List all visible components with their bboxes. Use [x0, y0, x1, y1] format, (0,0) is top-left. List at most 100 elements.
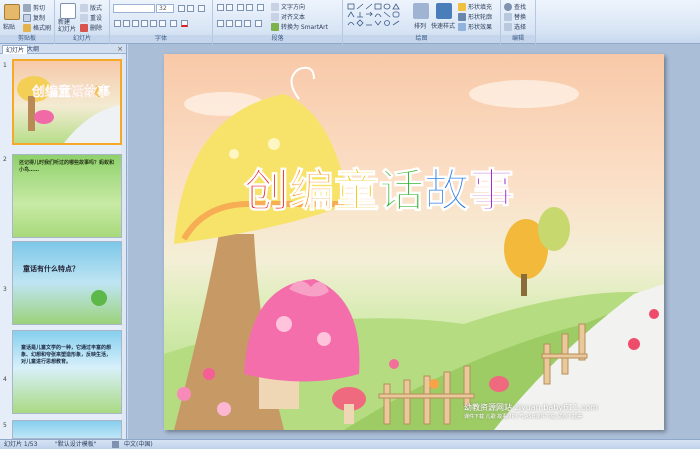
- layout-icon: [80, 3, 88, 12]
- find-button[interactable]: 查找: [504, 2, 526, 11]
- slide-editor: 创编童话故事 幼教资源网站 ziyuan.baby611.com 课件下载 儿歌…: [128, 44, 700, 439]
- shapes-gallery[interactable]: [347, 3, 407, 29]
- title-char: 话: [379, 164, 425, 218]
- slide-canvas[interactable]: 创编童话故事 幼教资源网站 ziyuan.baby611.com 课件下载 儿歌…: [164, 54, 664, 430]
- drawing-group-label: 绘图: [343, 35, 500, 43]
- slide-position: 幻灯片 1/53: [4, 441, 38, 448]
- thumb-number: 1: [3, 62, 7, 69]
- decrease-indent-icon[interactable]: [237, 4, 244, 11]
- slide-watermark: 幼教资源网站 ziyuan.baby611.com 课件下载 儿歌 故事MP3 …: [464, 402, 598, 420]
- thumb1-title: 创编童话故事: [32, 85, 111, 100]
- align-text-label: 对齐文本: [281, 14, 306, 21]
- slide-thumbnail-2[interactable]: 还记得儿时我们听过的哪些故事吗？蚂蚁和小鸟……: [12, 154, 122, 238]
- shadow-icon[interactable]: [150, 20, 157, 27]
- font-name-select[interactable]: [113, 4, 155, 13]
- cut-button[interactable]: 剪切: [23, 3, 45, 12]
- clipboard-group-label: 剪贴板: [0, 35, 54, 43]
- new-slide-icon[interactable]: [60, 3, 76, 19]
- drawing-group: 排列 快速样式 形状填充 形状轮廓 形状效果 绘图: [343, 0, 501, 44]
- quick-styles-label: 快速样式: [431, 23, 456, 30]
- slide-thumbnail-5[interactable]: [12, 420, 122, 439]
- shape-effects-button[interactable]: 形状效果: [458, 22, 492, 31]
- shape-outline-button[interactable]: 形状轮廓: [458, 12, 492, 21]
- columns-icon[interactable]: [255, 20, 262, 27]
- thumb3-text: 童话有什么特点？: [23, 265, 79, 273]
- reset-button[interactable]: 重设: [80, 13, 102, 22]
- layout-label: 版式: [90, 5, 103, 12]
- brush-icon: [23, 23, 31, 32]
- italic-icon[interactable]: [123, 20, 130, 27]
- select-button[interactable]: 选择: [504, 22, 526, 31]
- spell-check-icon[interactable]: [112, 441, 119, 448]
- align-left-icon[interactable]: [217, 20, 224, 27]
- cut-label: 剪切: [33, 5, 46, 12]
- new-slide-button[interactable]: 新建 幻灯片: [58, 19, 76, 33]
- slides-group: 新建 幻灯片 版式 重设 删除 幻灯片: [55, 0, 110, 44]
- find-icon: [504, 2, 512, 11]
- numbering-icon[interactable]: [226, 4, 233, 11]
- theme-name: "默认设计模板": [55, 441, 97, 448]
- paragraph-group-label: 段落: [213, 35, 342, 43]
- quick-styles-button[interactable]: 快速样式: [431, 21, 455, 30]
- strikethrough-icon[interactable]: [141, 20, 148, 27]
- title-char: 创: [243, 164, 290, 218]
- delete-slide-button[interactable]: 删除: [80, 23, 102, 32]
- clear-format-icon[interactable]: [198, 5, 205, 12]
- font-color-icon[interactable]: [181, 20, 188, 27]
- format-painter-label: 格式刷: [33, 25, 52, 32]
- watermark-line-1: 幼教资源网站 ziyuan.baby611.com: [464, 403, 598, 412]
- align-center-icon[interactable]: [226, 20, 233, 27]
- bullets-icon[interactable]: [217, 4, 224, 11]
- align-text-button[interactable]: 对齐文本: [271, 12, 305, 21]
- arrange-icon[interactable]: [413, 3, 429, 19]
- editing-group-label: 编辑: [501, 35, 535, 43]
- layout-button[interactable]: 版式: [80, 3, 102, 12]
- scissors-icon: [23, 3, 31, 12]
- justify-icon[interactable]: [244, 20, 251, 27]
- paste-icon[interactable]: [4, 4, 20, 20]
- align-right-icon[interactable]: [235, 20, 242, 27]
- copy-label: 复制: [33, 15, 46, 22]
- select-icon: [504, 22, 512, 31]
- grow-font-icon[interactable]: [178, 5, 185, 12]
- slide-thumbnail-3[interactable]: 童话有什么特点？: [12, 241, 122, 325]
- shrink-font-icon[interactable]: [187, 5, 194, 12]
- smartart-label: 转换为 SmartArt: [281, 24, 328, 31]
- find-label: 查找: [514, 4, 527, 11]
- tab-outline[interactable]: 大纲: [24, 45, 42, 54]
- paste-button[interactable]: 粘贴: [3, 22, 15, 31]
- slide-thumbnail-1[interactable]: 创编童话故事: [12, 59, 122, 145]
- text-direction-label: 文字方向: [281, 4, 306, 11]
- char-spacing-icon[interactable]: [159, 20, 166, 27]
- thumb2-text: 还记得儿时我们听过的哪些故事吗？蚂蚁和小鸟……: [19, 160, 115, 173]
- slide-title[interactable]: 创编童话故事: [243, 154, 514, 219]
- reset-icon: [80, 13, 88, 22]
- slide-thumbnail-4[interactable]: 童话是儿童文学的一种，它通过丰富的想象、幻想和夸张来塑造形象，反映生活，对儿童进…: [12, 330, 122, 414]
- quick-styles-icon[interactable]: [436, 3, 452, 19]
- smartart-button[interactable]: 转换为 SmartArt: [271, 22, 328, 31]
- paragraph-group: 文字方向 对齐文本 转换为 SmartArt 段落: [213, 0, 343, 44]
- language: 中文(中国): [124, 441, 153, 448]
- format-painter-button[interactable]: 格式刷: [23, 23, 51, 32]
- arrange-button[interactable]: 排列: [414, 21, 426, 30]
- text-direction-button[interactable]: 文字方向: [271, 2, 305, 11]
- copy-button[interactable]: 复制: [23, 13, 45, 22]
- text-direction-icon: [271, 2, 279, 11]
- close-icon[interactable]: ×: [117, 45, 123, 53]
- replace-button[interactable]: 替换: [504, 12, 526, 21]
- ribbon: 粘贴 剪切 复制 格式刷 剪贴板 新建 幻灯片 版式 重设 删除 幻灯片 32 …: [0, 0, 700, 44]
- arrange-label: 排列: [414, 23, 427, 30]
- delete-label: 删除: [90, 25, 103, 32]
- bold-icon[interactable]: [114, 20, 121, 27]
- line-spacing-icon[interactable]: [257, 4, 264, 11]
- select-label: 选择: [514, 24, 527, 31]
- replace-icon: [504, 12, 512, 21]
- thumb3-figure-icon: [91, 290, 107, 306]
- editing-group: 查找 替换 选择 编辑: [501, 0, 536, 44]
- change-case-icon[interactable]: [170, 20, 177, 27]
- align-text-icon: [271, 12, 279, 21]
- underline-icon[interactable]: [132, 20, 139, 27]
- shape-fill-button[interactable]: 形状填充: [458, 2, 492, 11]
- increase-indent-icon[interactable]: [246, 4, 253, 11]
- font-size-select[interactable]: 32: [156, 4, 174, 13]
